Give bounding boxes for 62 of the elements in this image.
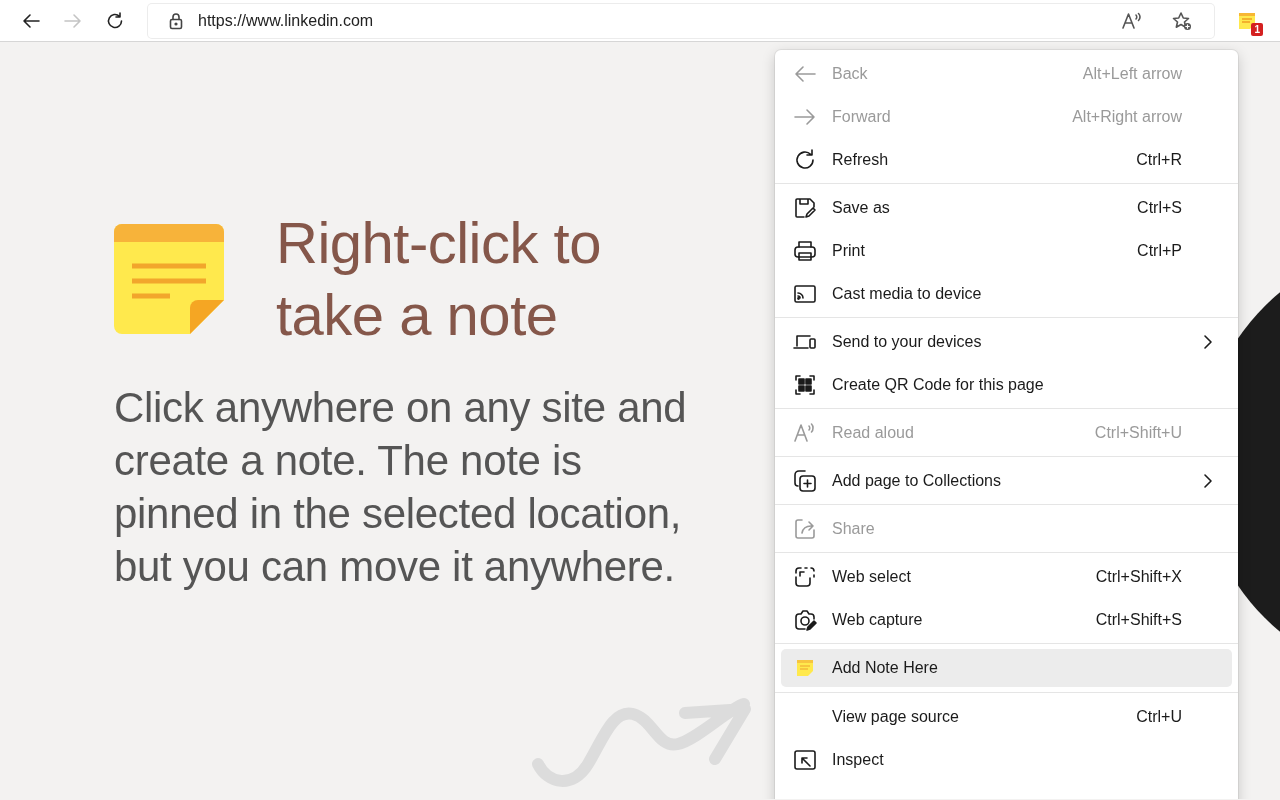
menu-item[interactable]: Cast media to device — [781, 272, 1232, 315]
heading: Right-click to take a note — [276, 209, 602, 349]
menu-item-label: Add Note Here — [832, 659, 939, 677]
menu-item[interactable]: Add page to Collections — [781, 459, 1232, 502]
web-select-icon — [793, 564, 817, 589]
shortcut-text: Ctrl+R — [1136, 150, 1182, 169]
notification-badge: 1 — [1251, 22, 1263, 36]
qr-code-icon — [793, 372, 817, 397]
menu-item-label: Inspect — [832, 750, 885, 769]
collections-add-icon — [793, 468, 817, 493]
printer-icon — [793, 238, 817, 263]
menu-item[interactable]: Web select Ctrl+Shift+X — [781, 555, 1232, 598]
menu-item-label: Print — [832, 241, 866, 260]
refresh-icon — [105, 10, 125, 31]
camera-pen-icon — [793, 607, 817, 632]
menu-item-label: Refresh — [832, 150, 890, 169]
sticky-note-icon — [114, 224, 224, 334]
menu-item-label: Forward — [832, 107, 892, 126]
menu-item[interactable]: Refresh Ctrl+R — [781, 138, 1232, 181]
menu-item-label: Cast media to device — [832, 284, 983, 303]
sticky-note-icon — [795, 658, 815, 678]
shortcut-text: Ctrl+U — [1136, 707, 1182, 726]
menu-item[interactable]: Print Ctrl+P — [781, 229, 1232, 272]
shortcut-text: Ctrl+Shift+U — [1094, 423, 1182, 442]
shortcut-text: Alt+Left arrow — [1082, 64, 1182, 83]
menu-item-label: Create QR Code for this page — [832, 375, 1045, 394]
inspect-icon — [793, 747, 817, 772]
menu-item[interactable]: Send to your devices — [781, 320, 1232, 363]
menu-item-label: Web select — [832, 567, 912, 586]
shortcut-text: Alt+Right arrow — [1072, 107, 1182, 126]
menu-item[interactable]: Inspect — [781, 738, 1232, 781]
menu-item[interactable]: Create QR Code for this page — [781, 363, 1232, 406]
description-text: Click anywhere on any site and create a note. The note is pinned in the selected location, but you can move it anywhere. — [114, 383, 688, 592]
sticky-note-icon — [1238, 11, 1256, 30]
lock-icon — [168, 11, 184, 30]
menu-item-label: Share — [832, 519, 876, 538]
menu-item-label: Read aloud — [832, 423, 915, 442]
url-text: https://www.linkedin.com — [198, 11, 375, 30]
refresh-icon — [793, 147, 817, 172]
menu-item-label: View page source — [832, 707, 960, 726]
extension-button[interactable]: 1 — [1226, 3, 1268, 38]
read-aloud-icon — [1121, 10, 1143, 31]
menu-item[interactable]: View page source Ctrl+U — [781, 695, 1232, 738]
shortcut-text: Ctrl+Shift+X — [1095, 567, 1182, 586]
shortcut-text: Ctrl+P — [1137, 241, 1182, 260]
menu-item-label: Back — [832, 64, 869, 83]
menu-item[interactable]: Save as Ctrl+S — [781, 186, 1232, 229]
favorites-add-icon — [1171, 10, 1193, 31]
chevron-right-icon — [1202, 333, 1214, 350]
shortcut-text: Ctrl+S — [1137, 198, 1182, 217]
chevron-right-icon — [1202, 472, 1214, 489]
menu-item-label: Web capture — [832, 610, 924, 629]
share-icon — [793, 516, 817, 541]
address-bar[interactable]: https://www.linkedin.com — [148, 3, 1214, 38]
menu-item-label: Send to your devices — [832, 332, 983, 351]
menu-item[interactable]: Add Note Here — [781, 649, 1232, 687]
menu-item[interactable]: Web capture Ctrl+Shift+S — [781, 598, 1232, 641]
save-icon — [793, 195, 817, 220]
shortcut-text: Ctrl+Shift+S — [1095, 610, 1182, 629]
read-aloud-icon — [793, 420, 817, 445]
menu-item-label: Save as — [832, 198, 891, 217]
menu-item-label: Add page to Collections — [832, 471, 1002, 490]
